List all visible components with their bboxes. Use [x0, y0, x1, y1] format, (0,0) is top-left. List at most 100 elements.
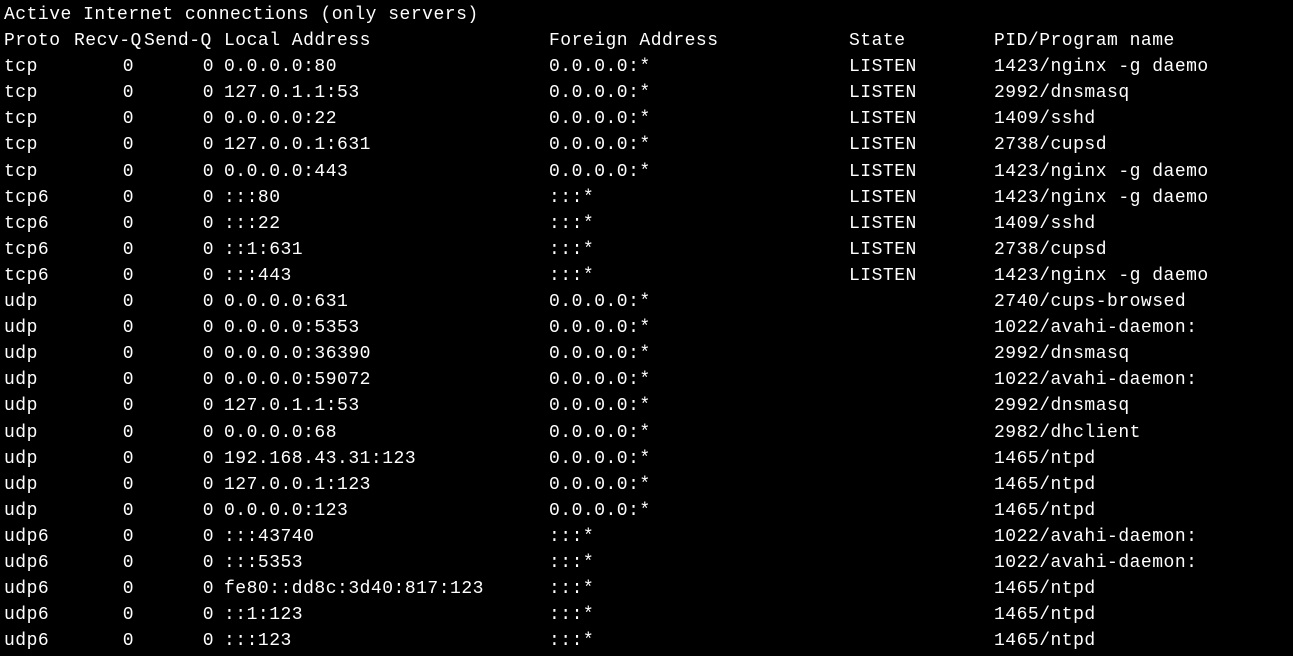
cell-prog: 2740/cups-browsed [994, 289, 1289, 315]
cell-foreign: 0.0.0.0:* [549, 367, 849, 393]
cell-proto: udp6 [4, 550, 74, 576]
cell-sendq: 0 [144, 263, 224, 289]
cell-foreign: :::* [549, 263, 849, 289]
cell-sendq: 0 [144, 576, 224, 602]
table-row: udp600::1:123:::*1465/ntpd [4, 602, 1289, 628]
cell-local: :::5353 [224, 550, 549, 576]
table-row: tcp000.0.0.0:800.0.0.0:*LISTEN1423/nginx… [4, 54, 1289, 80]
table-row: udp600fe80::dd8c:3d40:817:123:::*1465/nt… [4, 576, 1289, 602]
table-row: udp600:::5353:::*1022/avahi-daemon: [4, 550, 1289, 576]
cell-local: :::43740 [224, 524, 549, 550]
cell-foreign: :::* [549, 524, 849, 550]
cell-state [849, 550, 994, 576]
cell-state [849, 289, 994, 315]
cell-local: ::1:631 [224, 237, 549, 263]
table-row: tcp00127.0.0.1:6310.0.0.0:*LISTEN2738/cu… [4, 132, 1289, 158]
table-row: udp000.0.0.0:1230.0.0.0:*1465/ntpd [4, 498, 1289, 524]
cell-foreign: :::* [549, 576, 849, 602]
cell-foreign: 0.0.0.0:* [549, 393, 849, 419]
header-prog: PID/Program name [994, 28, 1289, 54]
cell-local: 0.0.0.0:123 [224, 498, 549, 524]
cell-local: fe80::dd8c:3d40:817:123 [224, 576, 549, 602]
table-row: tcp600::1:631:::*LISTEN2738/cupsd [4, 237, 1289, 263]
table-row: udp00127.0.0.1:1230.0.0.0:*1465/ntpd [4, 472, 1289, 498]
cell-sendq: 0 [144, 367, 224, 393]
cell-foreign: 0.0.0.0:* [549, 498, 849, 524]
cell-prog: 1022/avahi-daemon: [994, 367, 1289, 393]
cell-sendq: 0 [144, 602, 224, 628]
cell-sendq: 0 [144, 550, 224, 576]
cell-prog: 1423/nginx -g daemo [994, 54, 1289, 80]
cell-proto: tcp6 [4, 237, 74, 263]
cell-proto: udp [4, 393, 74, 419]
cell-prog: 1465/ntpd [994, 472, 1289, 498]
cell-state: LISTEN [849, 80, 994, 106]
cell-recvq: 0 [74, 446, 144, 472]
cell-local: 0.0.0.0:5353 [224, 315, 549, 341]
cell-local: 127.0.0.1:123 [224, 472, 549, 498]
cell-recvq: 0 [74, 602, 144, 628]
cell-state [849, 576, 994, 602]
cell-local: 127.0.0.1:631 [224, 132, 549, 158]
cell-prog: 2992/dnsmasq [994, 393, 1289, 419]
cell-proto: udp [4, 289, 74, 315]
terminal-output: Active Internet connections (only server… [4, 2, 1289, 654]
cell-proto: udp [4, 472, 74, 498]
cell-foreign: 0.0.0.0:* [549, 446, 849, 472]
connection-rows: tcp000.0.0.0:800.0.0.0:*LISTEN1423/nginx… [4, 54, 1289, 654]
table-row: udp000.0.0.0:363900.0.0.0:*2992/dnsmasq [4, 341, 1289, 367]
cell-state [849, 602, 994, 628]
cell-prog: 1465/ntpd [994, 446, 1289, 472]
cell-recvq: 0 [74, 420, 144, 446]
cell-prog: 1423/nginx -g daemo [994, 185, 1289, 211]
cell-recvq: 0 [74, 524, 144, 550]
cell-recvq: 0 [74, 367, 144, 393]
cell-prog: 2992/dnsmasq [994, 341, 1289, 367]
cell-prog: 2992/dnsmasq [994, 80, 1289, 106]
cell-sendq: 0 [144, 341, 224, 367]
cell-recvq: 0 [74, 263, 144, 289]
table-row: udp00192.168.43.31:1230.0.0.0:*1465/ntpd [4, 446, 1289, 472]
cell-recvq: 0 [74, 80, 144, 106]
cell-local: :::80 [224, 185, 549, 211]
header-state: State [849, 28, 994, 54]
cell-sendq: 0 [144, 315, 224, 341]
cell-state [849, 315, 994, 341]
cell-prog: 2738/cupsd [994, 237, 1289, 263]
cell-sendq: 0 [144, 289, 224, 315]
cell-prog: 1465/ntpd [994, 628, 1289, 654]
cell-prog: 2982/dhclient [994, 420, 1289, 446]
cell-foreign: 0.0.0.0:* [549, 132, 849, 158]
table-row: tcp000.0.0.0:220.0.0.0:*LISTEN1409/sshd [4, 106, 1289, 132]
cell-foreign: 0.0.0.0:* [549, 472, 849, 498]
cell-foreign: 0.0.0.0:* [549, 159, 849, 185]
cell-sendq: 0 [144, 106, 224, 132]
table-row: tcp000.0.0.0:4430.0.0.0:*LISTEN1423/ngin… [4, 159, 1289, 185]
cell-state: LISTEN [849, 54, 994, 80]
cell-recvq: 0 [74, 211, 144, 237]
cell-state: LISTEN [849, 106, 994, 132]
cell-local: :::22 [224, 211, 549, 237]
cell-recvq: 0 [74, 472, 144, 498]
cell-local: 127.0.1.1:53 [224, 80, 549, 106]
table-row: udp00127.0.1.1:530.0.0.0:*2992/dnsmasq [4, 393, 1289, 419]
cell-foreign: 0.0.0.0:* [549, 106, 849, 132]
cell-foreign: :::* [549, 237, 849, 263]
cell-prog: 1423/nginx -g daemo [994, 159, 1289, 185]
cell-recvq: 0 [74, 393, 144, 419]
cell-prog: 2738/cupsd [994, 132, 1289, 158]
cell-proto: tcp6 [4, 185, 74, 211]
cell-proto: tcp [4, 80, 74, 106]
table-row: tcp600:::443:::*LISTEN1423/nginx -g daem… [4, 263, 1289, 289]
cell-sendq: 0 [144, 211, 224, 237]
table-row: udp600:::123:::*1465/ntpd [4, 628, 1289, 654]
cell-prog: 1022/avahi-daemon: [994, 524, 1289, 550]
cell-proto: udp6 [4, 628, 74, 654]
header-proto: Proto [4, 28, 74, 54]
cell-foreign: :::* [549, 185, 849, 211]
table-row: udp000.0.0.0:53530.0.0.0:*1022/avahi-dae… [4, 315, 1289, 341]
cell-foreign: :::* [549, 628, 849, 654]
cell-recvq: 0 [74, 498, 144, 524]
cell-proto: udp [4, 315, 74, 341]
cell-foreign: 0.0.0.0:* [549, 420, 849, 446]
